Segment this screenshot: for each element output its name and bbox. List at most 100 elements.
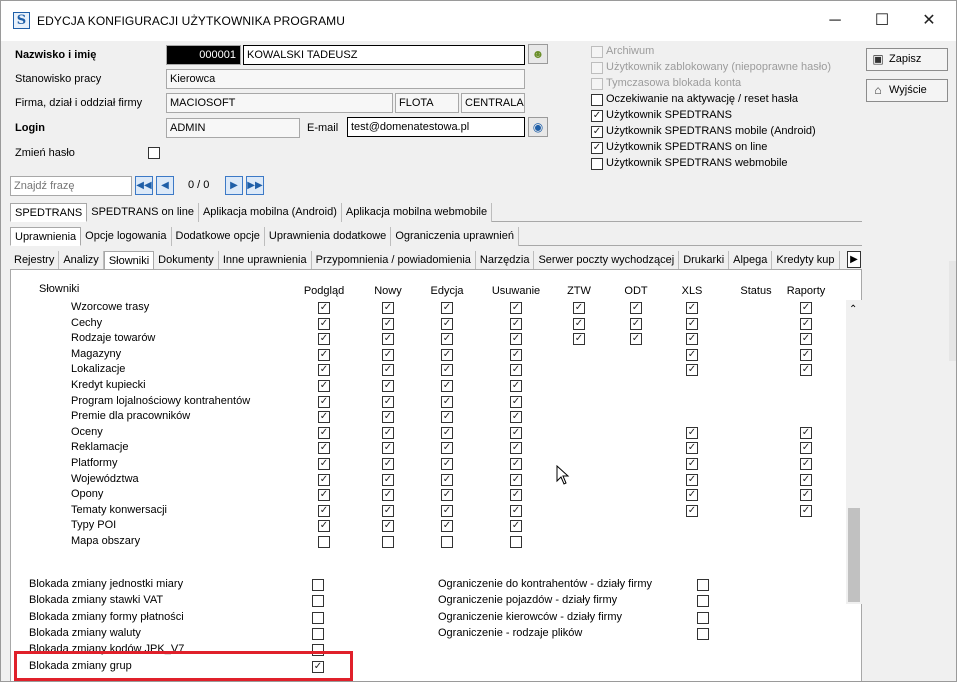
permission-checkbox[interactable]: ✓	[382, 520, 394, 533]
permission-checkbox[interactable]: ✓	[686, 458, 698, 470]
title-bar[interactable]: S EDYCJA KONFIGURACJI UŻYTKOWNIKA PROGRA…	[1, 1, 956, 41]
permission-checkbox[interactable]: ✓	[510, 489, 522, 502]
permission-checkbox[interactable]: ✓	[510, 364, 522, 377]
permission-checkbox[interactable]	[441, 536, 453, 548]
permission-checkbox[interactable]: ✓	[800, 504, 812, 517]
tab-item[interactable]: Ograniczenia uprawnień	[391, 227, 519, 246]
account-option-checkbox[interactable]	[591, 158, 603, 170]
permission-checkbox[interactable]: ✓	[800, 302, 812, 314]
permission-checkbox[interactable]: ✓	[573, 317, 585, 330]
next-result-icon[interactable]: ▶	[225, 176, 243, 195]
permission-checkbox[interactable]: ✓	[441, 380, 453, 392]
permission-checkbox[interactable]: ✓	[510, 395, 522, 408]
tab-item[interactable]: Drukarki	[679, 251, 730, 269]
first-result-icon[interactable]: ◀◀	[135, 176, 153, 195]
account-option-checkbox[interactable]: ✓	[591, 126, 603, 138]
tab-item[interactable]: Serwer poczty wychodzącej	[534, 251, 680, 269]
user-id-field[interactable]: 000001	[166, 45, 241, 65]
permission-checkbox[interactable]: ✓	[510, 520, 522, 533]
tab-item[interactable]: Kredyty kup	[772, 251, 840, 269]
permission-checkbox[interactable]: ✓	[510, 348, 522, 361]
permission-checkbox[interactable]: ✓	[510, 411, 522, 424]
permission-checkbox[interactable]: ✓	[382, 458, 394, 470]
branch-field[interactable]: CENTRALA	[461, 93, 525, 113]
change-password-checkbox[interactable]	[148, 147, 160, 159]
permission-checkbox[interactable]: ✓	[382, 302, 394, 314]
scroll-up-icon[interactable]: ⌃	[849, 304, 857, 315]
user-picker-icon[interactable]: ☻	[528, 44, 548, 64]
permission-checkbox[interactable]: ✓	[800, 458, 812, 470]
tab-item[interactable]: Przypomnienia / powiadomienia	[311, 251, 476, 269]
login-field[interactable]: ADMIN	[166, 118, 300, 138]
permission-checkbox[interactable]: ✓	[441, 426, 453, 439]
permission-checkbox[interactable]: ✓	[441, 520, 453, 533]
permission-checkbox[interactable]: ✓	[318, 364, 330, 377]
permission-checkbox[interactable]: ✓	[382, 411, 394, 424]
permission-checkbox[interactable]: ✓	[800, 317, 812, 330]
restriction-checkbox[interactable]	[697, 595, 709, 608]
permission-checkbox[interactable]	[318, 536, 330, 548]
permission-checkbox[interactable]: ✓	[318, 302, 330, 314]
permission-checkbox[interactable]: ✓	[441, 333, 453, 346]
permission-checkbox[interactable]: ✓	[800, 442, 812, 455]
tab-item[interactable]: Analizy	[59, 251, 104, 269]
permission-checkbox[interactable]: ✓	[686, 504, 698, 517]
permission-checkbox[interactable]: ✓	[318, 442, 330, 455]
permission-checkbox[interactable]: ✓	[510, 442, 522, 455]
permission-checkbox[interactable]: ✓	[382, 380, 394, 392]
minimize-button[interactable]: ─	[823, 9, 847, 33]
permission-checkbox[interactable]: ✓	[686, 489, 698, 502]
permission-checkbox[interactable]: ✓	[800, 426, 812, 439]
permission-checkbox[interactable]: ✓	[686, 442, 698, 455]
permission-checkbox[interactable]: ✓	[573, 333, 585, 346]
tab-item[interactable]: Aplikacja mobilna (Android)	[198, 203, 342, 222]
restriction-checkbox[interactable]	[312, 611, 324, 624]
account-option-checkbox[interactable]	[591, 94, 603, 106]
permission-checkbox[interactable]: ✓	[318, 520, 330, 533]
search-input[interactable]	[10, 176, 132, 196]
prev-result-icon[interactable]: ◀	[156, 176, 174, 195]
permission-checkbox[interactable]: ✓	[686, 317, 698, 330]
permission-checkbox[interactable]: ✓	[510, 333, 522, 346]
permission-checkbox[interactable]: ✓	[382, 364, 394, 377]
tab-item[interactable]: SPEDTRANS	[10, 203, 88, 222]
tab-item[interactable]: Dokumenty	[154, 251, 219, 269]
restriction-checkbox[interactable]	[312, 579, 324, 591]
permission-checkbox[interactable]: ✓	[441, 317, 453, 330]
account-option-checkbox[interactable]	[591, 62, 603, 74]
permission-checkbox[interactable]: ✓	[382, 348, 394, 361]
permission-checkbox[interactable]: ✓	[686, 473, 698, 486]
permission-checkbox[interactable]: ✓	[441, 473, 453, 486]
permission-checkbox[interactable]: ✓	[318, 348, 330, 361]
permission-checkbox[interactable]: ✓	[686, 302, 698, 314]
email-field[interactable]: test@domenatestowa.pl	[347, 117, 525, 137]
grid-scroll-thumb[interactable]	[848, 508, 860, 602]
permission-checkbox[interactable]	[382, 536, 394, 548]
restriction-checkbox[interactable]	[312, 595, 324, 608]
tab-item[interactable]: Inne uprawnienia	[218, 251, 312, 269]
account-option-checkbox[interactable]	[591, 78, 603, 90]
restriction-checkbox[interactable]	[312, 627, 324, 640]
permission-checkbox[interactable]: ✓	[382, 504, 394, 517]
permission-checkbox[interactable]: ✓	[441, 489, 453, 502]
permission-checkbox[interactable]: ✓	[800, 473, 812, 486]
permission-checkbox[interactable]: ✓	[441, 411, 453, 424]
last-result-icon[interactable]: ▶▶	[246, 176, 264, 195]
permission-checkbox[interactable]: ✓	[441, 348, 453, 361]
permission-checkbox[interactable]: ✓	[382, 333, 394, 346]
permission-checkbox[interactable]: ✓	[510, 380, 522, 392]
account-option-checkbox[interactable]: ✓	[591, 110, 603, 122]
permission-checkbox[interactable]: ✓	[318, 426, 330, 439]
permission-checkbox[interactable]: ✓	[686, 333, 698, 346]
permission-checkbox[interactable]: ✓	[441, 364, 453, 377]
permission-checkbox[interactable]: ✓	[441, 504, 453, 517]
tab-item[interactable]: Alpega	[729, 251, 773, 269]
permission-checkbox[interactable]: ✓	[800, 489, 812, 502]
company-field[interactable]: MACIOSOFT	[166, 93, 393, 113]
restriction-checkbox[interactable]	[697, 611, 709, 624]
permission-checkbox[interactable]: ✓	[510, 458, 522, 470]
tab-item[interactable]: SPEDTRANS on line	[87, 203, 199, 222]
permission-checkbox[interactable]: ✓	[686, 348, 698, 361]
permission-checkbox[interactable]: ✓	[382, 473, 394, 486]
permission-checkbox[interactable]: ✓	[318, 473, 330, 486]
